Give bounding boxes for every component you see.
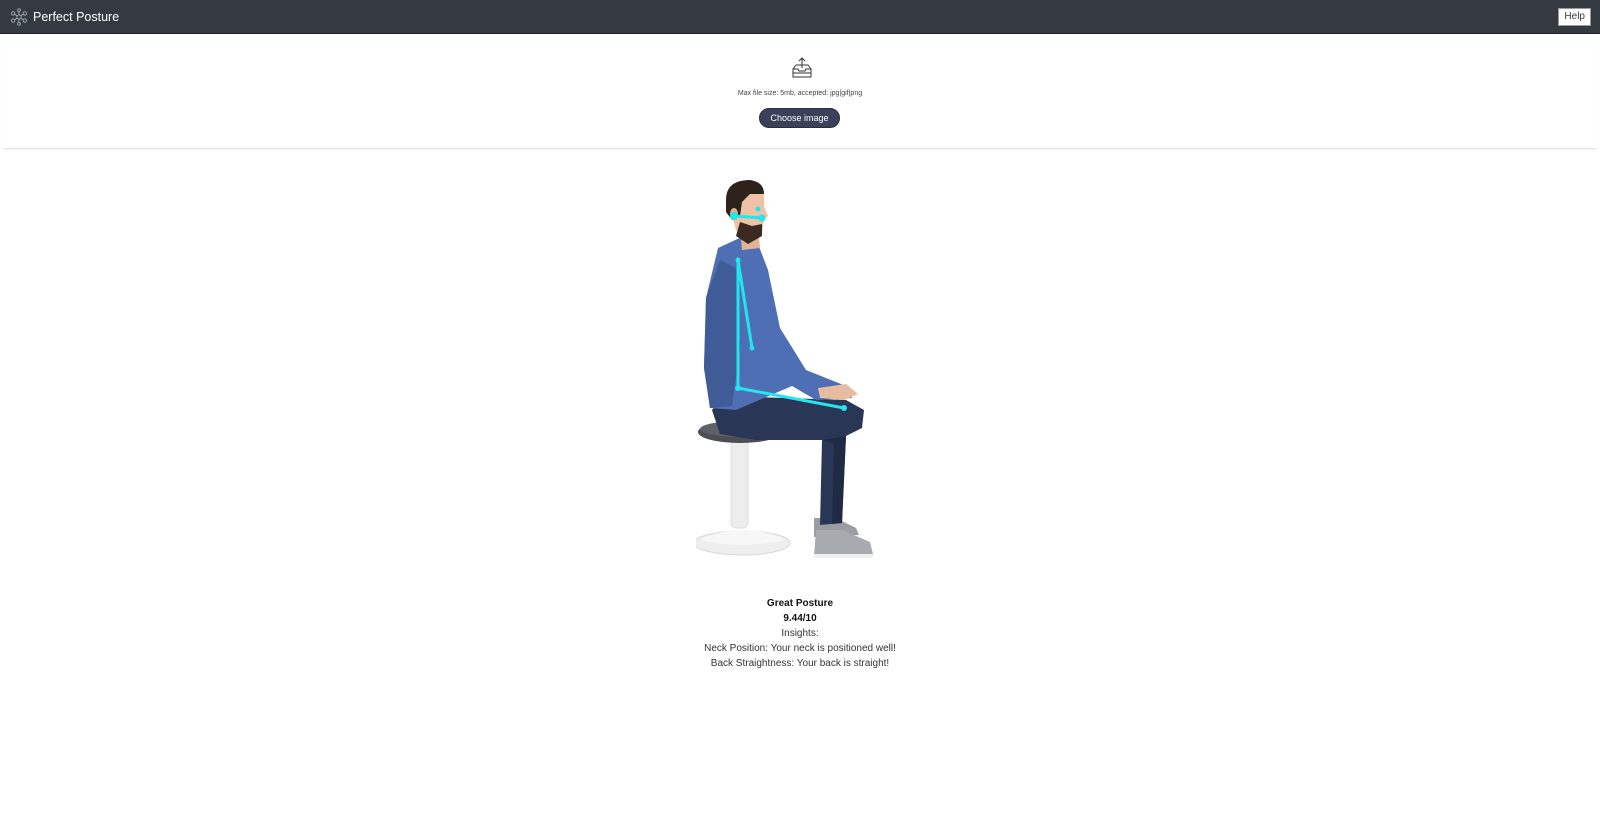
hip-keypoint <box>735 385 741 391</box>
posture-score: 9.44/10 <box>783 613 817 624</box>
shirt-shade <box>704 260 740 408</box>
front-shoe <box>814 530 873 556</box>
insight-neck: Neck Position: Your neck is positioned w… <box>704 643 896 654</box>
results-panel: Great Posture 9.44/10 Insights: Neck Pos… <box>600 596 1000 671</box>
insights-heading: Insights: <box>781 628 819 639</box>
brand-name: Perfect Posture <box>33 10 120 24</box>
max-file-size-note: Max file size: 5mb, accepted: jpg|gif|pn… <box>737 90 863 97</box>
choose-image-button[interactable]: Choose image <box>759 108 840 128</box>
upload-panel: Max file size: 5mb, accepted: jpg|gif|pn… <box>4 34 1596 149</box>
eye-keypoint <box>755 206 761 212</box>
elbow-keypoint <box>749 345 755 351</box>
stool-stem <box>730 439 749 529</box>
ear-keypoint <box>730 212 738 220</box>
knee-keypoint <box>841 405 847 411</box>
top-navbar: Perfect Posture Help <box>0 0 1600 34</box>
posture-photo-svg <box>696 180 873 558</box>
posture-rating: Great Posture <box>766 598 834 609</box>
ear-nose-line <box>732 214 764 220</box>
insight-back: Back Straightness: Your back is straight… <box>710 658 890 669</box>
brand[interactable]: Perfect Posture <box>10 7 119 27</box>
nose-keypoint <box>758 214 766 222</box>
upload-tray-icon[interactable] <box>790 56 814 80</box>
shoulder-keypoint <box>735 257 741 263</box>
shoe-sole <box>814 554 873 558</box>
molecule-network-icon <box>10 8 28 26</box>
help-button[interactable]: Help <box>1558 8 1591 26</box>
posture-photo <box>696 178 908 570</box>
